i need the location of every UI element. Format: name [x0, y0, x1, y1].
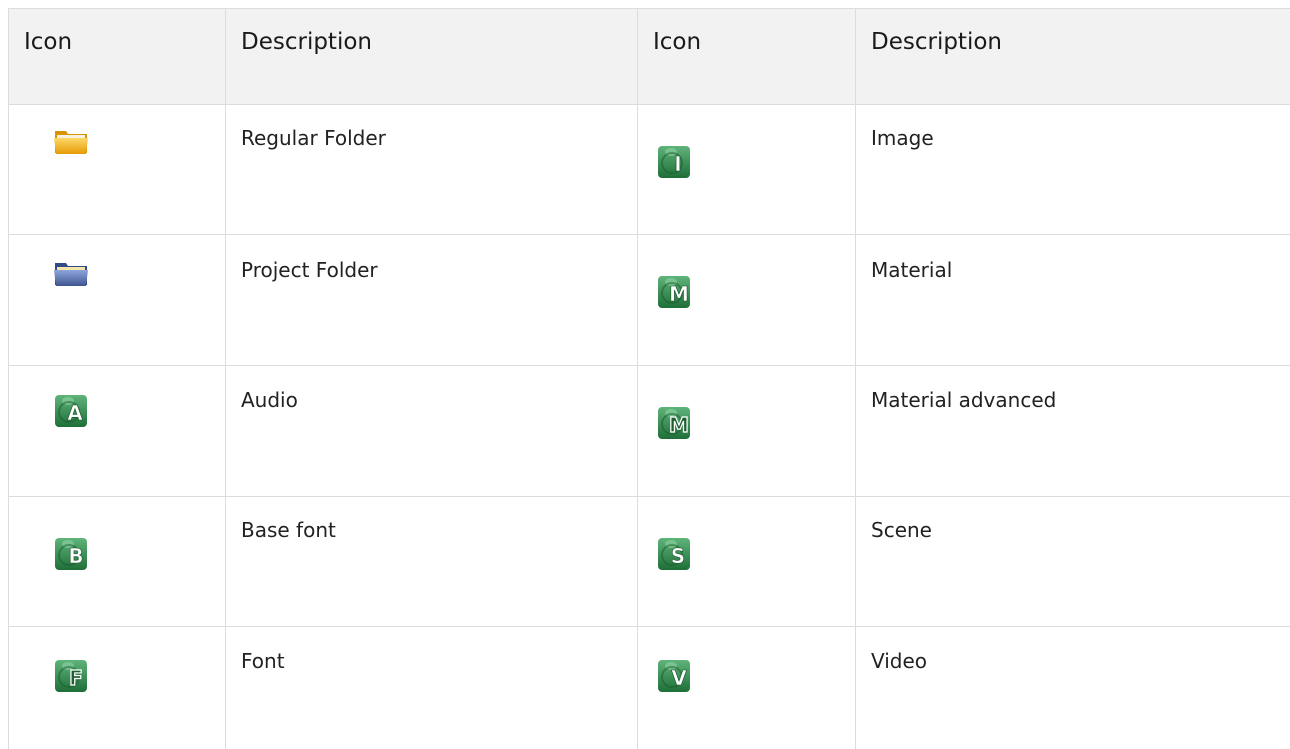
row-2-left-description: Project Folder [241, 258, 378, 282]
svg-text:I: I [674, 152, 681, 176]
row-4-right-description: Scene [871, 518, 932, 542]
table-header-row [8, 8, 1290, 104]
grid-line [8, 8, 9, 749]
header-description: Description [241, 29, 372, 55]
svg-text:B: B [68, 544, 83, 568]
image-icon: I [658, 146, 690, 178]
grid-line [8, 8, 1290, 9]
grid-line [8, 234, 1290, 235]
grid-line [8, 104, 1290, 105]
row-1-left-description: Regular Folder [241, 126, 386, 150]
grid-line [8, 365, 1290, 366]
audio-icon: A [55, 395, 87, 427]
svg-text:M: M [669, 413, 689, 437]
row-3-left-description: Audio [241, 388, 298, 412]
grid-line [637, 8, 638, 749]
grid-line [225, 8, 226, 749]
regular-folder-icon [54, 131, 88, 154]
material-advanced-icon: M [658, 407, 690, 439]
grid-line [8, 496, 1290, 497]
svg-text:M: M [669, 282, 689, 306]
row-3-right-description: Material advanced [871, 388, 1057, 412]
icon-reference-table: Icon Description Icon Description Regula… [8, 8, 1290, 749]
video-icon: V [658, 660, 690, 692]
grid-line [8, 626, 1290, 627]
header-icon: Icon [24, 29, 73, 55]
row-2-right-description: Material [871, 258, 953, 282]
row-4-left-description: Base font [241, 518, 336, 542]
row-1-right-description: Image [871, 126, 934, 150]
font-icon: F [55, 660, 87, 692]
row-5-right-description: Video [871, 649, 928, 673]
svg-text:S: S [671, 544, 685, 568]
material-icon: M [658, 276, 690, 308]
svg-text:F: F [69, 666, 83, 690]
row-5-left-description: Font [241, 649, 285, 673]
project-folder-icon [54, 263, 88, 286]
svg-text:A: A [67, 401, 83, 425]
base-font-icon: B [55, 538, 87, 570]
grid-line [855, 8, 856, 749]
header-description-2: Description [871, 29, 1002, 55]
header-icon-2: Icon [653, 29, 702, 55]
svg-text:V: V [671, 666, 687, 690]
scene-icon: S [658, 538, 690, 570]
